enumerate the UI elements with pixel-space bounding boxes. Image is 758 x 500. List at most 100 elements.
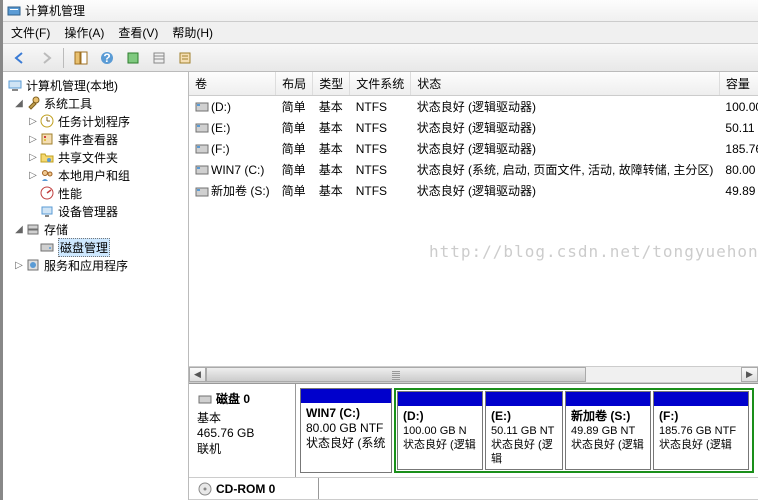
table-row[interactable]: (E:)简单基本NTFS状态良好 (逻辑驱动器)50.11 GB [189,117,758,138]
device-icon [39,203,55,219]
menu-file[interactable]: 文件(F) [11,24,50,41]
partition-logical[interactable]: (E:)50.11 GB NT状态良好 (逻辑 [485,391,563,470]
volume-icon [195,143,209,155]
tree-label: 任务计划程序 [58,113,130,130]
disk-icon [197,391,213,407]
tree-storage[interactable]: ◢ 存储 [5,220,186,238]
svg-text:?: ? [103,51,110,65]
menu-bar: 文件(F) 操作(A) 查看(V) 帮助(H) [3,22,758,44]
scope-button[interactable] [70,47,92,69]
clock-icon [39,113,55,129]
app-icon [7,4,21,18]
disk-title: 磁盘 0 [216,390,250,407]
perf-icon [39,185,55,201]
col-status[interactable]: 状态 [411,72,720,96]
volume-icon [195,122,209,134]
back-button[interactable] [9,47,31,69]
cdrom-icon [197,481,213,497]
partition-logical[interactable]: (D:)100.00 GB N状态良好 (逻辑 [397,391,483,470]
table-row[interactable]: WIN7 (C:)简单基本NTFS状态良好 (系统, 启动, 页面文件, 活动,… [189,159,758,180]
window-title: 计算机管理 [25,2,85,19]
disk-type: 基本 [197,409,287,426]
tree-label: 本地用户和组 [58,167,130,184]
title-bar: 计算机管理 [3,0,758,22]
tree-root-label: 计算机管理(本地) [26,77,118,94]
computer-icon [7,77,23,93]
tree-disk-management[interactable]: 磁盘管理 [5,238,186,256]
tree-performance[interactable]: 性能 [5,184,186,202]
toolbar: ? [3,44,758,72]
nav-tree[interactable]: 计算机管理(本地) ◢ 系统工具 ▷ 任务计划程序 ▷ 事件查看器 ▷ 共享文件… [3,72,189,500]
tree-label: 设备管理器 [58,203,118,220]
tree-local-users[interactable]: ▷ 本地用户和组 [5,166,186,184]
storage-icon [25,221,41,237]
tree-device-manager[interactable]: 设备管理器 [5,202,186,220]
users-icon [39,167,55,183]
tree-label: 存储 [44,221,68,238]
expand-icon[interactable]: ▷ [27,152,39,163]
col-fs[interactable]: 文件系统 [350,72,411,96]
part-size: 80.00 GB NTF [306,421,383,435]
partition-logical[interactable]: 新加卷 (S:)49.89 GB NT状态良好 (逻辑 [565,391,651,470]
col-volume[interactable]: 卷 [189,72,276,96]
watermark-text: http://blog.csdn.net/tongyuehong137 [429,242,758,261]
tree-label: 磁盘管理 [58,238,110,257]
disk-row[interactable]: 磁盘 0 基本 465.76 GB 联机 WIN7 (C:) 80.00 GB … [189,384,758,478]
tree-shared-folders[interactable]: ▷ 共享文件夹 [5,148,186,166]
cdrom-title: CD-ROM 0 [216,482,275,496]
col-capacity[interactable]: 容量 [719,72,758,96]
tree-label: 共享文件夹 [58,149,118,166]
tree-event-viewer[interactable]: ▷ 事件查看器 [5,130,186,148]
volume-icon [195,164,209,176]
volume-list[interactable]: 卷 布局 类型 文件系统 状态 容量 (D:)简单基本NTFS状态良好 (逻辑驱… [189,72,758,366]
menu-action[interactable]: 操作(A) [64,24,104,41]
refresh-button[interactable] [122,47,144,69]
disk-icon [39,239,55,255]
part-name: WIN7 (C:) [306,406,360,420]
table-row[interactable]: (D:)简单基本NTFS状态良好 (逻辑驱动器)100.00 GB [189,96,758,118]
tree-system-tools[interactable]: ◢ 系统工具 [5,94,186,112]
disk-size: 465.76 GB [197,426,287,440]
tree-label: 事件查看器 [58,131,118,148]
disk-state: 联机 [197,440,287,457]
part-status: 状态良好 (系统 [306,436,385,450]
volume-icon [195,186,209,198]
menu-help[interactable]: 帮助(H) [172,24,213,41]
table-row[interactable]: 新加卷 (S:)简单基本NTFS状态良好 (逻辑驱动器)49.89 GB [189,180,758,201]
collapse-icon[interactable]: ◢ [13,224,25,235]
tree-label: 系统工具 [44,95,92,112]
col-layout[interactable]: 布局 [276,72,313,96]
forward-button[interactable] [35,47,57,69]
scroll-left-button[interactable]: ◀ [189,367,206,382]
cdrom-row[interactable]: CD-ROM 0 [189,478,758,500]
partition-logical[interactable]: (F:)185.76 GB NTF状态良好 (逻辑 [653,391,749,470]
partition-primary[interactable]: WIN7 (C:) 80.00 GB NTF 状态良好 (系统 [300,388,392,473]
menu-view[interactable]: 查看(V) [118,24,158,41]
content-pane: 卷 布局 类型 文件系统 状态 容量 (D:)简单基本NTFS状态良好 (逻辑驱… [189,72,758,500]
scroll-right-button[interactable]: ▶ [741,367,758,382]
volume-icon [195,101,209,113]
collapse-icon[interactable]: ◢ [13,98,25,109]
settings-button[interactable] [174,47,196,69]
extended-partition: (D:)100.00 GB N状态良好 (逻辑(E:)50.11 GB NT状态… [394,388,754,473]
col-type[interactable]: 类型 [313,72,350,96]
expand-icon[interactable]: ▷ [27,116,39,127]
disk-map: 磁盘 0 基本 465.76 GB 联机 WIN7 (C:) 80.00 GB … [189,383,758,500]
event-icon [39,131,55,147]
help-button[interactable]: ? [96,47,118,69]
tree-root[interactable]: 计算机管理(本地) [5,76,186,94]
disk-info: 磁盘 0 基本 465.76 GB 联机 [189,384,296,477]
services-icon [25,257,41,273]
folder-share-icon [39,149,55,165]
scroll-thumb[interactable] [206,367,586,382]
expand-icon[interactable]: ▷ [27,134,39,145]
horizontal-scrollbar[interactable]: ◀ ▶ [189,366,758,383]
table-row[interactable]: (F:)简单基本NTFS状态良好 (逻辑驱动器)185.76 GB [189,138,758,159]
expand-icon[interactable]: ▷ [13,260,25,271]
tree-services[interactable]: ▷ 服务和应用程序 [5,256,186,274]
list-button[interactable] [148,47,170,69]
tree-task-scheduler[interactable]: ▷ 任务计划程序 [5,112,186,130]
tree-label: 性能 [58,185,82,202]
tools-icon [25,95,41,111]
expand-icon[interactable]: ▷ [27,170,39,181]
